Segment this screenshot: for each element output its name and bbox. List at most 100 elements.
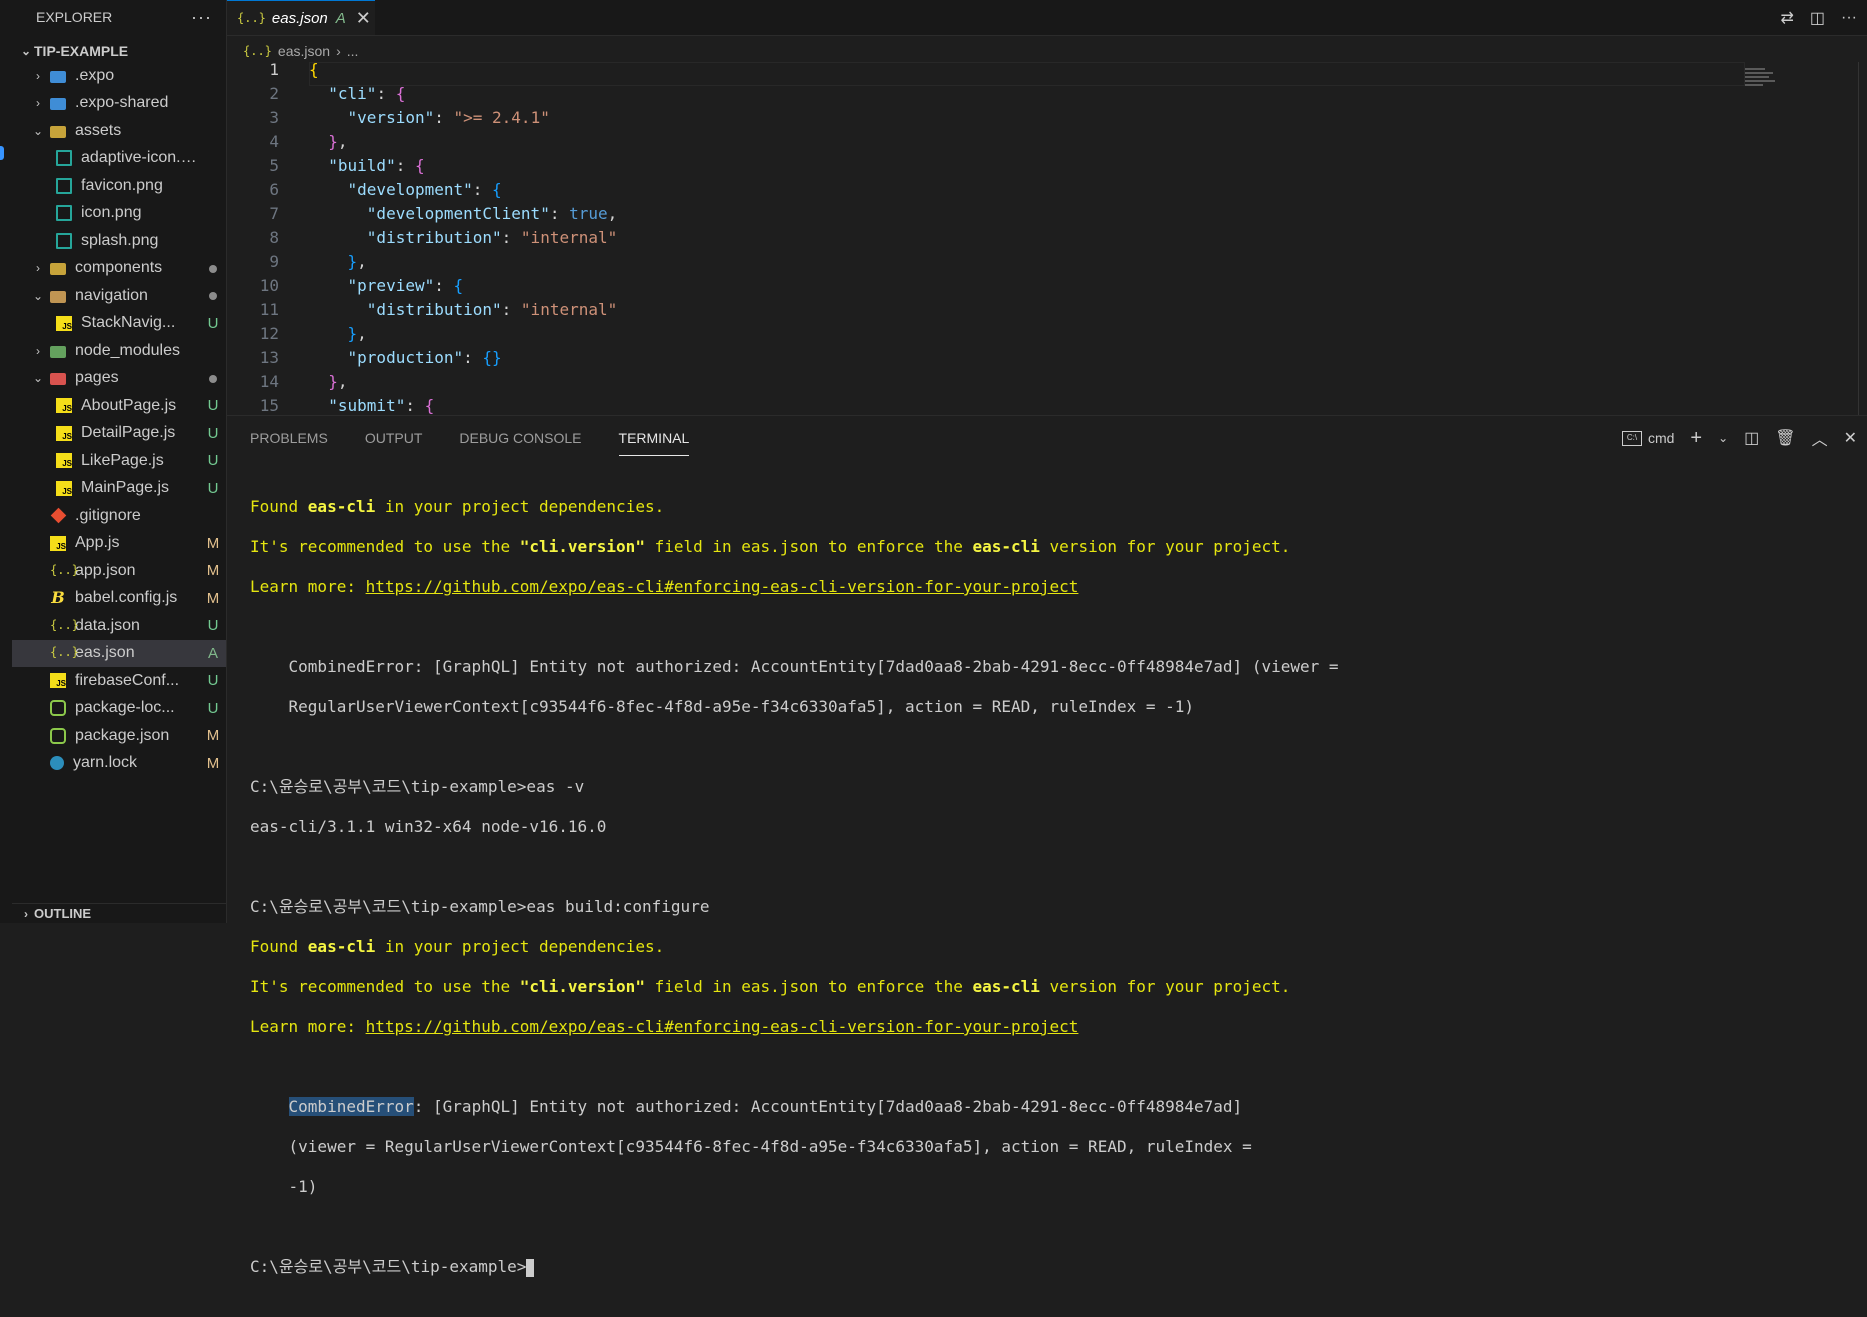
tree-item[interactable]: › node_modules bbox=[12, 337, 226, 365]
more-actions-icon[interactable]: ··· bbox=[191, 7, 212, 28]
close-icon[interactable]: ✕ bbox=[1844, 428, 1857, 448]
tree-item-label: node_modules bbox=[75, 341, 180, 359]
code-editor[interactable]: 1{2 "cli": {3 "version": ">= 2.4.1" 4 }, 5… bbox=[227, 62, 1867, 415]
tab-debug-console[interactable]: DEBUG CONSOLE bbox=[436, 416, 595, 460]
folder-expo-icon bbox=[50, 70, 66, 83]
trash-icon[interactable]: 🗑 bbox=[1775, 428, 1795, 448]
json-file-icon: {..} bbox=[50, 617, 79, 632]
code-text: "distribution": "internal" bbox=[366, 300, 618, 319]
js-file-icon: JS bbox=[56, 315, 72, 331]
tree-item[interactable]: {..} data.json U bbox=[12, 612, 226, 640]
tree-item[interactable]: package-loc... U bbox=[12, 695, 226, 723]
project-root[interactable]: ⌄ TIP-EXAMPLE bbox=[12, 40, 226, 62]
tab-terminal[interactable]: TERMINAL bbox=[596, 416, 704, 460]
git-status-badge: U bbox=[207, 479, 219, 497]
line-number: 15 bbox=[259, 396, 279, 415]
code-line: 3 "version": ">= 2.4.1" bbox=[227, 106, 549, 130]
tree-item-label: navigation bbox=[75, 286, 148, 304]
tree-item[interactable]: › components bbox=[12, 255, 226, 283]
git-status-badge: U bbox=[207, 397, 219, 415]
code-text: "distribution": "internal" bbox=[366, 228, 618, 247]
git-status-badge: U bbox=[207, 672, 219, 690]
terminal-shell-selector[interactable]: C:\ cmd bbox=[1621, 430, 1675, 446]
editor-scrollbar[interactable] bbox=[1858, 62, 1867, 415]
code-text: }, bbox=[328, 132, 348, 151]
tree-item-label: pages bbox=[75, 369, 119, 387]
project-name: TIP-EXAMPLE bbox=[34, 43, 129, 59]
code-text: "developmentClient": true, bbox=[366, 204, 618, 223]
terminal-line: It's recommended to use the "cli.version… bbox=[250, 537, 1291, 556]
tree-item[interactable]: JS LikePage.js U bbox=[12, 447, 226, 475]
split-terminal-icon[interactable]: ◫ bbox=[1744, 428, 1759, 448]
tree-item[interactable]: ⌄ assets bbox=[12, 117, 226, 145]
image-file-icon bbox=[56, 177, 72, 194]
code-line: 11 "distribution": "internal" bbox=[227, 298, 618, 322]
compare-changes-icon[interactable]: ⇄ bbox=[1780, 8, 1793, 28]
git-status-badge: M bbox=[206, 534, 220, 552]
tree-item[interactable]: ⌄ pages bbox=[12, 365, 226, 393]
tree-item[interactable]: Bbabel.config.js M bbox=[12, 585, 226, 613]
terminal-prompt[interactable]: C:\윤승로\공부\코드\tip-example> bbox=[250, 1257, 1339, 1277]
tree-item[interactable]: JS StackNavig... U bbox=[12, 310, 226, 338]
breadcrumb-file[interactable]: eas.json bbox=[278, 43, 330, 59]
line-number: 6 bbox=[269, 180, 279, 199]
yarn-file-icon bbox=[50, 756, 64, 771]
tab-output[interactable]: OUTPUT bbox=[342, 416, 437, 460]
maximize-panel-icon[interactable]: ︿ bbox=[1812, 426, 1828, 450]
chevron-right-icon: › bbox=[36, 343, 40, 358]
split-editor-icon[interactable]: ◫ bbox=[1810, 8, 1825, 28]
tab-problems[interactable]: PROBLEMS bbox=[227, 416, 342, 460]
tree-item[interactable]: JS firebaseConf... U bbox=[12, 667, 226, 695]
more-actions-icon[interactable]: ··· bbox=[1841, 9, 1857, 27]
tree-item[interactable]: yarn.lock M bbox=[12, 750, 226, 778]
chevron-right-icon: › bbox=[36, 68, 40, 83]
tree-item[interactable]: JS AboutPage.js U bbox=[12, 392, 226, 420]
code-line: 6 "development": { bbox=[227, 178, 501, 202]
tab-eas-json[interactable]: {..} eas.json A ✕ bbox=[227, 0, 375, 35]
tree-item-label: firebaseConf... bbox=[75, 671, 180, 689]
tree-item[interactable]: favicon.png bbox=[12, 172, 226, 200]
code-text: }, bbox=[328, 372, 348, 391]
tree-item[interactable]: › .expo bbox=[12, 62, 226, 90]
code-line: 13 "production": {} bbox=[227, 346, 502, 370]
tree-item[interactable]: JS MainPage.js U bbox=[12, 475, 226, 503]
tree-item[interactable]: {..} app.json M bbox=[12, 557, 226, 585]
shell-name: cmd bbox=[1647, 430, 1675, 446]
tree-item[interactable]: .gitignore bbox=[12, 502, 226, 530]
minimap[interactable] bbox=[1745, 66, 1777, 96]
code-text: "submit": { bbox=[328, 396, 435, 415]
chevron-down-icon[interactable]: ⌄ bbox=[1718, 431, 1728, 445]
folder-icon bbox=[50, 290, 66, 303]
git-status-badge: M bbox=[206, 754, 220, 772]
js-file-icon: JS bbox=[50, 673, 66, 689]
tree-item[interactable]: {..} eas.json A bbox=[12, 639, 226, 667]
line-number: 13 bbox=[259, 348, 279, 367]
tree-item[interactable]: adaptive-icon.png bbox=[12, 145, 226, 173]
current-line-highlight bbox=[309, 62, 1745, 86]
new-terminal-icon[interactable]: + bbox=[1690, 427, 1702, 450]
js-file-icon: JS bbox=[56, 480, 72, 496]
tree-item[interactable]: JS DetailPage.js U bbox=[12, 420, 226, 448]
outline-section[interactable]: › OUTLINE bbox=[12, 903, 226, 923]
tree-item[interactable]: icon.png bbox=[12, 200, 226, 228]
tree-item[interactable]: package.json M bbox=[12, 722, 226, 750]
close-icon[interactable]: ✕ bbox=[356, 8, 371, 29]
chevron-down-icon: ⌄ bbox=[32, 288, 44, 303]
terminal-output[interactable]: Found eas-cli in your project dependenci… bbox=[250, 477, 1339, 1317]
tree-item[interactable]: JS App.js M bbox=[12, 530, 226, 558]
git-status-badge: U bbox=[207, 314, 219, 332]
json-file-icon: {..} bbox=[50, 562, 79, 577]
outline-title: OUTLINE bbox=[34, 906, 92, 921]
tree-item[interactable]: splash.png bbox=[12, 227, 226, 255]
line-number: 5 bbox=[269, 156, 279, 175]
git-status-badge bbox=[200, 287, 226, 304]
terminal-link[interactable]: https://github.com/expo/eas-cli#enforcin… bbox=[366, 577, 1079, 596]
tree-item[interactable]: › .expo-shared bbox=[12, 90, 226, 118]
tree-item-label: eas.json bbox=[75, 644, 135, 662]
terminal-link[interactable]: https://github.com/expo/eas-cli#enforcin… bbox=[366, 1017, 1079, 1036]
tree-item[interactable]: ⌄ navigation bbox=[12, 282, 226, 310]
git-status-badge: U bbox=[207, 699, 219, 717]
line-number: 7 bbox=[269, 204, 279, 223]
terminal-line: CombinedError: [GraphQL] Entity not auth… bbox=[288, 1097, 1243, 1116]
breadcrumb-symbol[interactable]: ... bbox=[347, 43, 359, 59]
